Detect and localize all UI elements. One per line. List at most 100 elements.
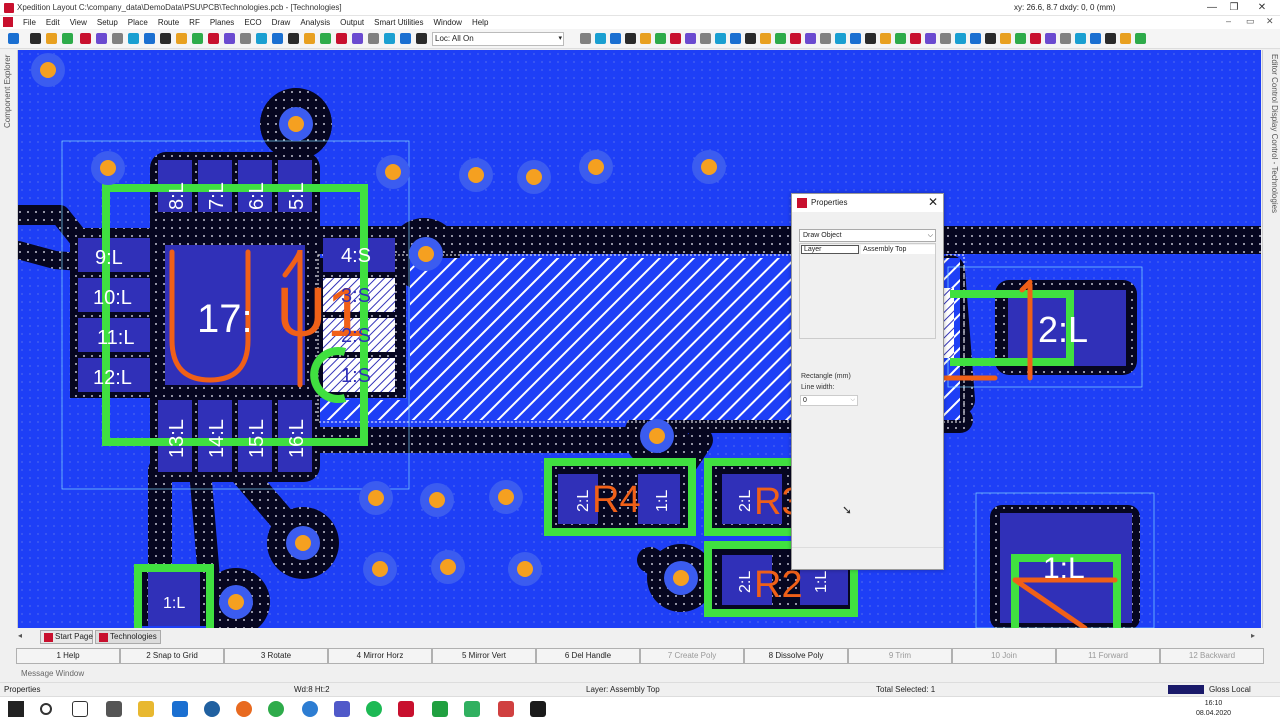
menu-item[interactable]: Output xyxy=(335,17,369,28)
toolbar-button[interactable] xyxy=(835,33,846,44)
toolbar-button[interactable] xyxy=(400,33,411,44)
toolbar-button[interactable] xyxy=(730,33,741,44)
task-view-icon[interactable] xyxy=(72,701,88,717)
tab-technologies[interactable]: Technologies xyxy=(95,630,161,644)
app-icon[interactable] xyxy=(302,701,318,717)
toolbar-button[interactable] xyxy=(1015,33,1026,44)
toolbar-button[interactable] xyxy=(336,33,347,44)
toolbar-button[interactable] xyxy=(304,33,315,44)
function-key-button[interactable]: 7 Create Poly xyxy=(640,648,744,664)
toolbar-button[interactable] xyxy=(940,33,951,44)
toolbar-button[interactable] xyxy=(320,33,331,44)
menu-item[interactable]: ECO xyxy=(239,17,266,28)
document-icon[interactable] xyxy=(3,17,13,27)
toolbar-button[interactable] xyxy=(8,33,19,44)
search-icon[interactable] xyxy=(40,703,52,715)
spotify-icon[interactable] xyxy=(366,701,382,717)
component-explorer-tab[interactable]: Component Explorer xyxy=(3,55,12,128)
menu-item[interactable]: Route xyxy=(153,17,184,28)
menu-item[interactable]: View xyxy=(65,17,92,28)
toolbar-button[interactable] xyxy=(685,33,696,44)
tab-start-page[interactable]: Start Page xyxy=(40,630,93,644)
mdi-minimize-button[interactable]: – xyxy=(1226,16,1231,26)
toolbar-button[interactable] xyxy=(1120,33,1131,44)
toolbar-button[interactable] xyxy=(595,33,606,44)
toolbar-button[interactable] xyxy=(985,33,996,44)
toolbar-button[interactable] xyxy=(288,33,299,44)
menu-item[interactable]: Edit xyxy=(41,17,65,28)
mdi-close-button[interactable]: ✕ xyxy=(1266,16,1274,27)
folder-icon[interactable] xyxy=(138,701,154,717)
close-icon[interactable]: ✕ xyxy=(928,195,938,209)
toolbar-button[interactable] xyxy=(805,33,816,44)
pcb-drawing[interactable]: 17: U1 8:L 7:L 6:L 5:L 9:L 10:L 11:L 12:… xyxy=(18,50,1261,628)
menu-item[interactable]: Setup xyxy=(92,17,123,28)
firefox-icon[interactable] xyxy=(236,701,252,717)
function-key-button[interactable]: 3 Rotate xyxy=(224,648,328,664)
menu-item[interactable]: Planes xyxy=(205,17,239,28)
function-key-button[interactable]: 4 Mirror Horz xyxy=(328,648,432,664)
pcb-canvas[interactable]: 17: U1 8:L 7:L 6:L 5:L 9:L 10:L 11:L 12:… xyxy=(18,50,1261,628)
function-key-button[interactable]: 5 Mirror Vert xyxy=(432,648,536,664)
toolbar-button[interactable] xyxy=(368,33,379,44)
toolbar-button[interactable] xyxy=(1045,33,1056,44)
function-key-button[interactable]: 6 Del Handle xyxy=(536,648,640,664)
property-grid[interactable]: Layer Assembly Top xyxy=(799,243,936,339)
toolbar-button[interactable] xyxy=(112,33,123,44)
menu-item[interactable]: Draw xyxy=(267,17,296,28)
toolbar-button[interactable] xyxy=(1030,33,1041,44)
function-key-button[interactable]: 11 Forward xyxy=(1056,648,1160,664)
toolbar-button[interactable] xyxy=(160,33,171,44)
toolbar-button[interactable] xyxy=(895,33,906,44)
toolbar-button[interactable] xyxy=(655,33,666,44)
menu-item[interactable]: Help xyxy=(467,17,493,28)
toolbar-button[interactable] xyxy=(580,33,591,44)
toolbar-button[interactable] xyxy=(700,33,711,44)
toolbar-button[interactable] xyxy=(240,33,251,44)
line-width-input[interactable]: 0 ⌵ xyxy=(800,395,858,406)
property-value[interactable]: Assembly Top xyxy=(861,245,935,254)
function-key-button[interactable]: 2 Snap to Grid xyxy=(120,648,224,664)
toolbar-button[interactable] xyxy=(384,33,395,44)
mdi-restore-button[interactable]: ▭ xyxy=(1246,16,1255,27)
toolbar-button[interactable] xyxy=(715,33,726,44)
toolbar-button[interactable] xyxy=(925,33,936,44)
toolbar-button[interactable] xyxy=(30,33,41,44)
toolbar-button[interactable] xyxy=(144,33,155,44)
toolbar-button[interactable] xyxy=(128,33,139,44)
windows-start-icon[interactable] xyxy=(8,701,24,717)
toolbar-button[interactable] xyxy=(80,33,91,44)
menu-item[interactable]: Analysis xyxy=(295,17,335,28)
right-panel-strip[interactable]: Editor Control Display Control - Technol… xyxy=(1262,50,1280,628)
toolbar-button[interactable] xyxy=(880,33,891,44)
toolbar-button[interactable] xyxy=(256,33,267,44)
toolbar-button[interactable] xyxy=(745,33,756,44)
app-icon[interactable] xyxy=(172,701,188,717)
toolbar-button[interactable] xyxy=(192,33,203,44)
toolbar-button[interactable] xyxy=(820,33,831,44)
toolbar-button[interactable] xyxy=(760,33,771,44)
toolbar-button[interactable] xyxy=(970,33,981,44)
toolbar-button[interactable] xyxy=(416,33,427,44)
function-key-button[interactable]: 10 Join xyxy=(952,648,1056,664)
menu-item[interactable]: Smart Utilities xyxy=(369,17,428,28)
function-key-button[interactable]: 12 Backward xyxy=(1160,648,1264,664)
menu-item[interactable]: RF xyxy=(184,17,205,28)
toolbar-button[interactable] xyxy=(272,33,283,44)
toolbar-button[interactable] xyxy=(1135,33,1146,44)
toolbar-button[interactable] xyxy=(96,33,107,44)
toolbar-button[interactable] xyxy=(790,33,801,44)
store-icon[interactable] xyxy=(106,701,122,717)
property-key[interactable]: Layer xyxy=(801,245,859,254)
toolbar-button[interactable] xyxy=(1000,33,1011,44)
app-icon[interactable] xyxy=(530,701,546,717)
toolbar-button[interactable] xyxy=(62,33,73,44)
toolbar-button[interactable] xyxy=(1105,33,1116,44)
toolbar-button[interactable] xyxy=(1075,33,1086,44)
function-key-button[interactable]: 1 Help xyxy=(16,648,120,664)
object-type-select[interactable]: Draw Object ⌵ xyxy=(799,229,936,242)
toolbar-button[interactable] xyxy=(208,33,219,44)
toolbar-button[interactable] xyxy=(670,33,681,44)
menu-item[interactable]: Place xyxy=(123,17,153,28)
app-icon[interactable] xyxy=(498,701,514,717)
